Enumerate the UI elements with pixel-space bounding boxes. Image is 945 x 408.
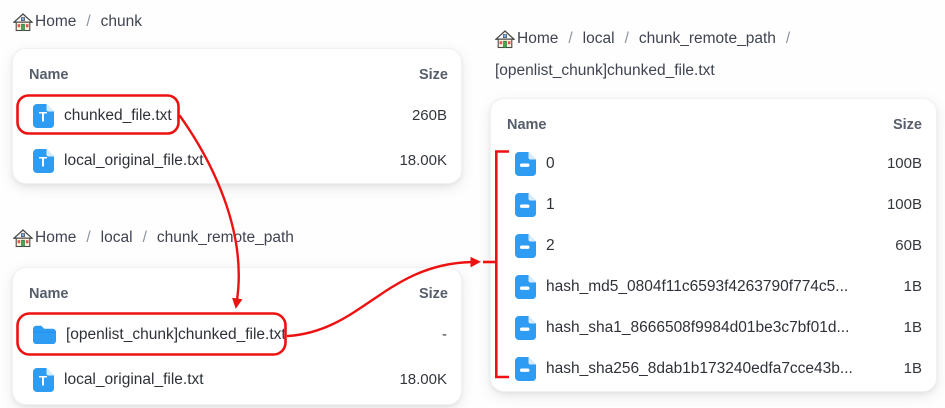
file-row-hash-sha256[interactable]: hash_sha256_8dab1b173240edfa7cce43b... 1… (491, 348, 936, 389)
file-row-chunk-0[interactable]: 0 100B (491, 143, 936, 184)
chunk-file-icon (515, 151, 536, 176)
breadcrumb-home[interactable]: Home (495, 23, 558, 55)
folder-row-openlist-chunk[interactable]: [openlist_chunk]chunked_file.txt - (13, 312, 461, 357)
chunk-file-icon (515, 315, 536, 340)
breadcrumb-separator: / (624, 30, 629, 47)
breadcrumb-segment[interactable]: local (583, 23, 615, 55)
file-row-local-original[interactable]: local_original_file.txt 18.00K (13, 357, 461, 402)
file-name: 2 (546, 236, 555, 254)
column-header-size: Size (418, 67, 448, 83)
text-file-icon (33, 103, 54, 128)
list-header: Name Size (13, 268, 461, 307)
file-size: 100B (886, 155, 922, 172)
text-file-icon (33, 148, 54, 173)
file-list-panel-chunk-contents: Name Size 0 100B 1 100B 2 60B hash_md5_0… (490, 98, 937, 392)
file-row-hash-md5[interactable]: hash_md5_0804f11c6593f4263790f774c5... 1… (491, 266, 936, 307)
breadcrumb-separator: / (86, 229, 91, 246)
openlist-file-browser-screenshot: T Home / (0, 0, 945, 408)
column-header-name: Name (29, 67, 69, 83)
file-name: hash_md5_0804f11c6593f4263790f774c5... (546, 277, 849, 295)
file-size: 60B (895, 237, 922, 254)
file-size: 100B (886, 196, 922, 213)
column-header-name: Name (29, 286, 69, 302)
file-name: hash_sha256_8dab1b173240edfa7cce43b... (546, 359, 853, 377)
list-header: Name Size (13, 49, 461, 88)
breadcrumb: Home / local / chunk_remote_path (13, 222, 453, 254)
column-header-size: Size (892, 117, 922, 133)
chunk-file-icon (515, 192, 536, 217)
file-row-hash-sha1[interactable]: hash_sha1_8666508f9984d01be3c7bf01d... 1… (491, 307, 936, 348)
folder-icon (33, 325, 56, 344)
breadcrumb-separator: / (785, 30, 791, 47)
file-size: 1B (903, 360, 922, 377)
breadcrumb-home[interactable]: Home (13, 6, 76, 38)
breadcrumb-segment[interactable]: local (101, 222, 133, 254)
file-size: 260B (411, 107, 447, 124)
breadcrumb-segment[interactable]: [openlist_chunk]chunked_file.txt (495, 55, 715, 87)
file-name: [openlist_chunk]chunked_file.txt (66, 325, 286, 343)
breadcrumb-segment[interactable]: chunk_remote_path (157, 222, 294, 254)
file-name: 0 (546, 154, 555, 172)
breadcrumb-segment: Home (35, 229, 77, 246)
breadcrumb-segment: Home (517, 30, 559, 47)
file-name: hash_sha1_8666508f9984d01be3c7bf01d... (546, 318, 850, 336)
breadcrumb-separator: / (86, 13, 91, 30)
file-list-panel-chunk: Name Size chunked_file.txt 260B local_or… (12, 48, 462, 184)
file-size: 18.00K (399, 152, 447, 169)
breadcrumb: Home / chunk (13, 6, 453, 38)
breadcrumb-separator: / (142, 229, 147, 246)
file-name: 1 (546, 195, 555, 213)
breadcrumb-separator: / (568, 30, 573, 47)
breadcrumb: Home / local / chunk_remote_path / [open… (495, 23, 927, 87)
column-header-name: Name (507, 117, 547, 133)
file-size: 1B (903, 278, 922, 295)
column-header-size: Size (418, 286, 448, 302)
breadcrumb-segment[interactable]: chunk_remote_path (639, 23, 776, 55)
breadcrumb-home[interactable]: Home (13, 222, 76, 254)
file-size: - (442, 326, 447, 343)
file-row-chunked-file[interactable]: chunked_file.txt 260B (13, 93, 461, 138)
file-row-local-original[interactable]: local_original_file.txt 18.00K (13, 138, 461, 183)
file-list-panel-chunk-remote-path: Name Size [openlist_chunk]chunked_file.t… (12, 267, 462, 405)
text-file-icon (33, 367, 54, 392)
chunk-file-icon (515, 356, 536, 381)
file-size: 18.00K (399, 371, 447, 388)
breadcrumb-segment[interactable]: chunk (101, 6, 142, 38)
breadcrumb-segment: Home (35, 13, 77, 30)
file-row-chunk-1[interactable]: 1 100B (491, 184, 936, 225)
home-icon (495, 29, 515, 49)
home-icon (13, 228, 33, 248)
file-size: 1B (903, 319, 922, 336)
chunk-file-icon (515, 233, 536, 258)
file-row-chunk-2[interactable]: 2 60B (491, 225, 936, 266)
chunk-file-icon (515, 274, 536, 299)
file-name: local_original_file.txt (64, 151, 204, 169)
file-name: chunked_file.txt (64, 106, 172, 124)
home-icon (13, 12, 33, 32)
file-name: local_original_file.txt (64, 370, 204, 388)
list-header: Name Size (491, 99, 936, 138)
